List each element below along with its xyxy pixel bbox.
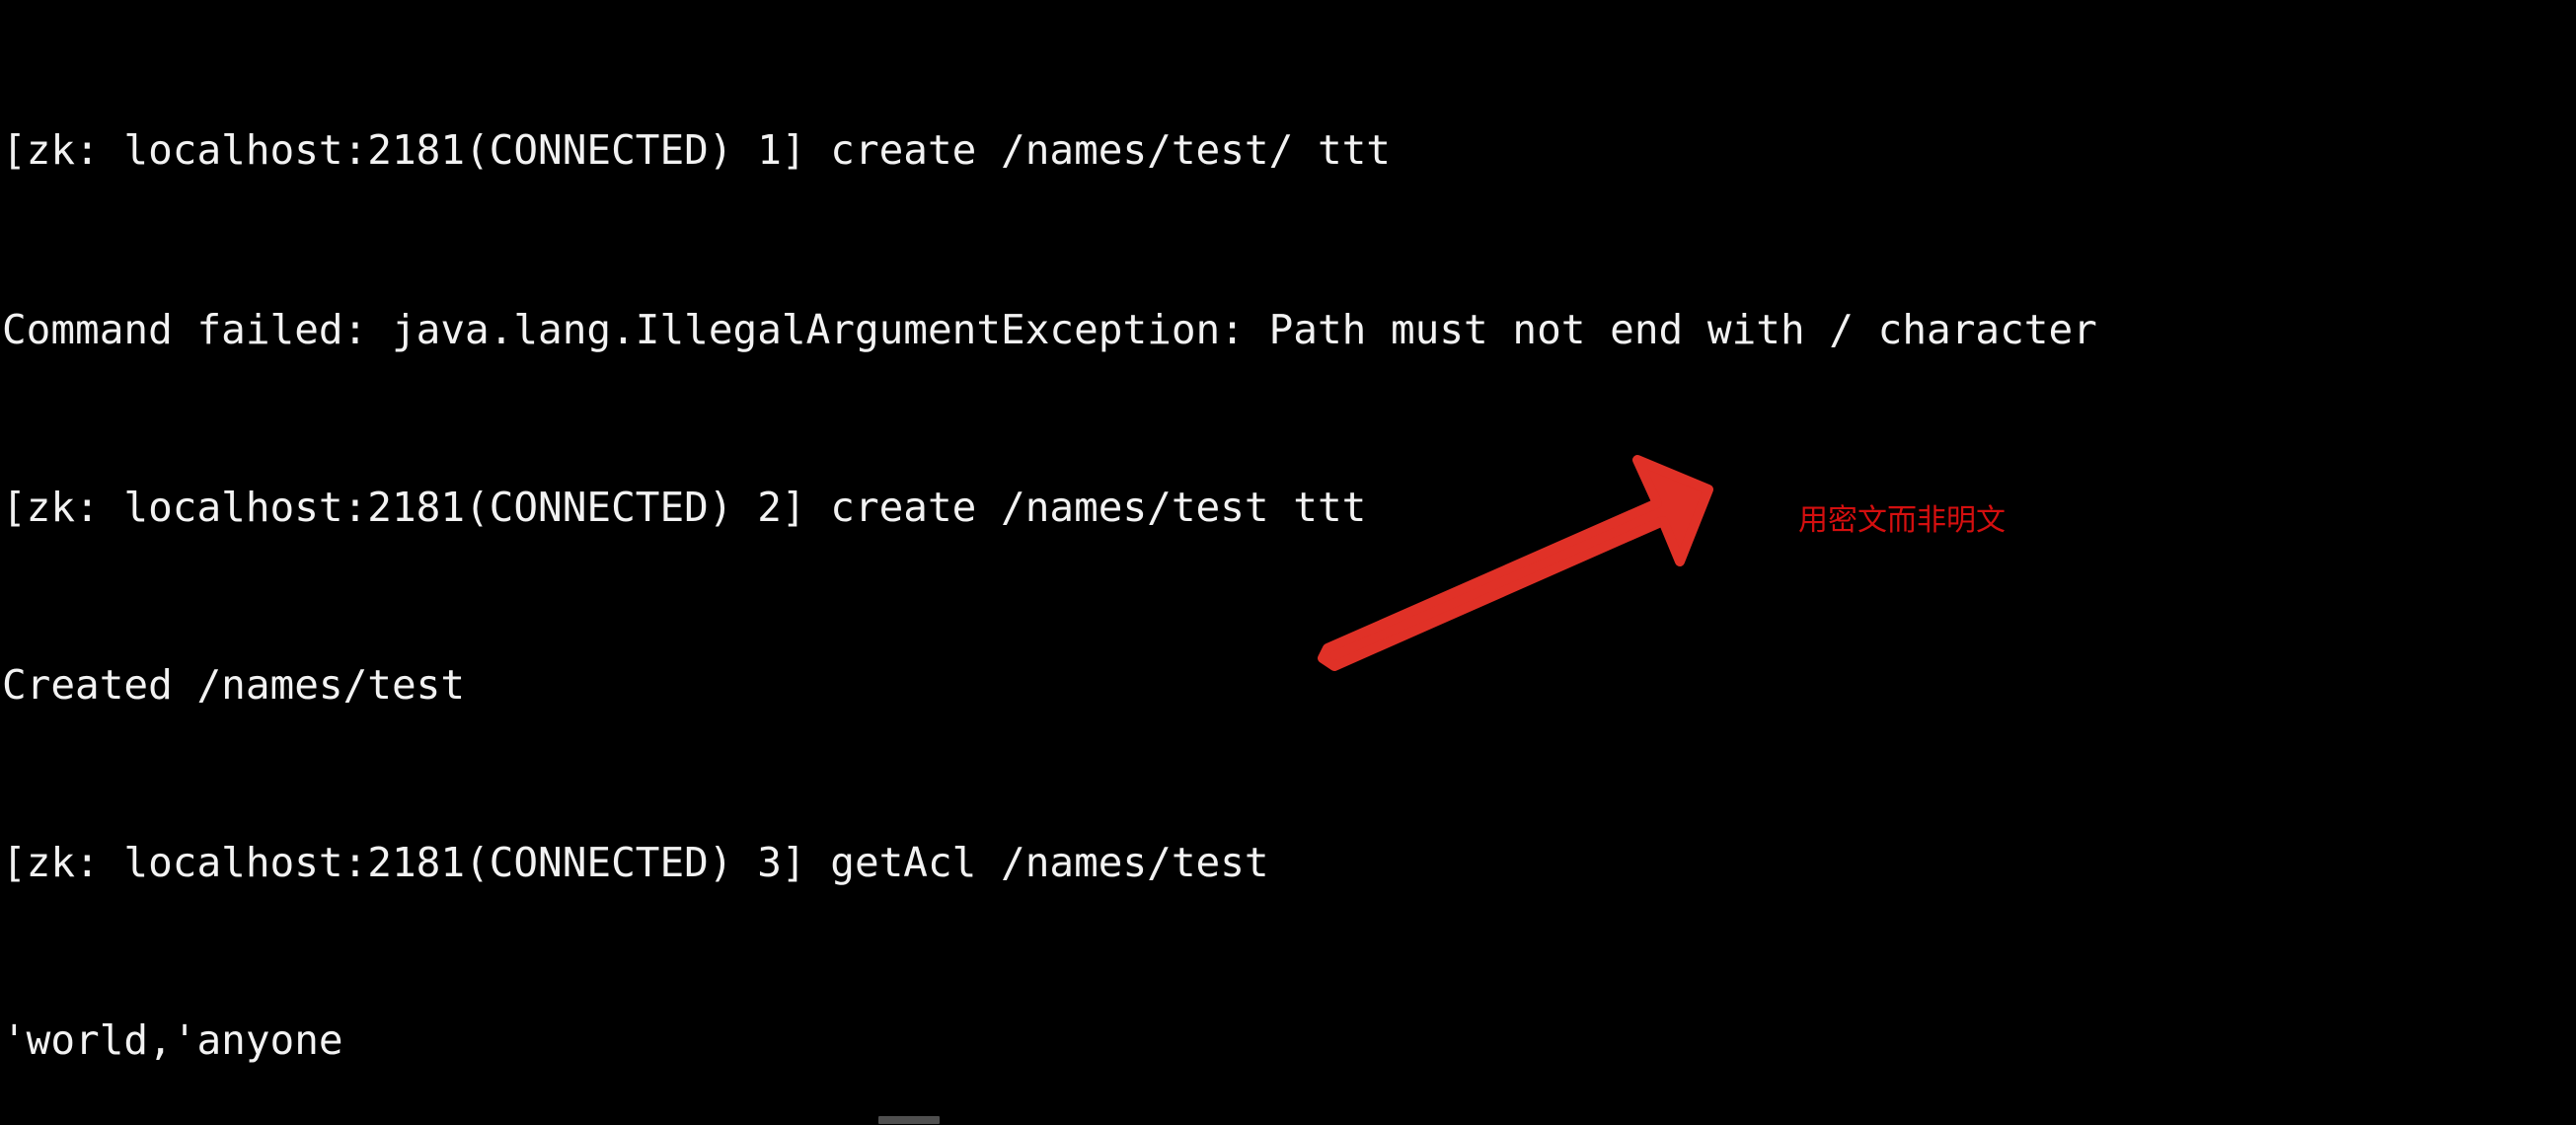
- terminal-line: [zk: localhost:2181(CONNECTED) 3] getAcl…: [2, 839, 1269, 886]
- terminal-line: [zk: localhost:2181(CONNECTED) 1] create…: [2, 126, 1391, 174]
- terminal-output[interactable]: [zk: localhost:2181(CONNECTED) 1] create…: [0, 0, 2576, 1125]
- terminal-line: Created /names/test: [2, 661, 465, 709]
- horizontal-scrollbar[interactable]: [0, 1113, 2576, 1125]
- terminal-window: [zk: localhost:2181(CONNECTED) 1] create…: [0, 0, 2576, 1125]
- terminal-line: [zk: localhost:2181(CONNECTED) 2] create…: [2, 484, 1367, 531]
- terminal-line: Command failed: java.lang.IllegalArgumen…: [2, 306, 2097, 353]
- terminal-line: 'world,'anyone: [2, 1016, 343, 1064]
- scrollbar-thumb[interactable]: [878, 1116, 940, 1124]
- annotation-label: 用密文而非明文: [1798, 503, 2006, 538]
